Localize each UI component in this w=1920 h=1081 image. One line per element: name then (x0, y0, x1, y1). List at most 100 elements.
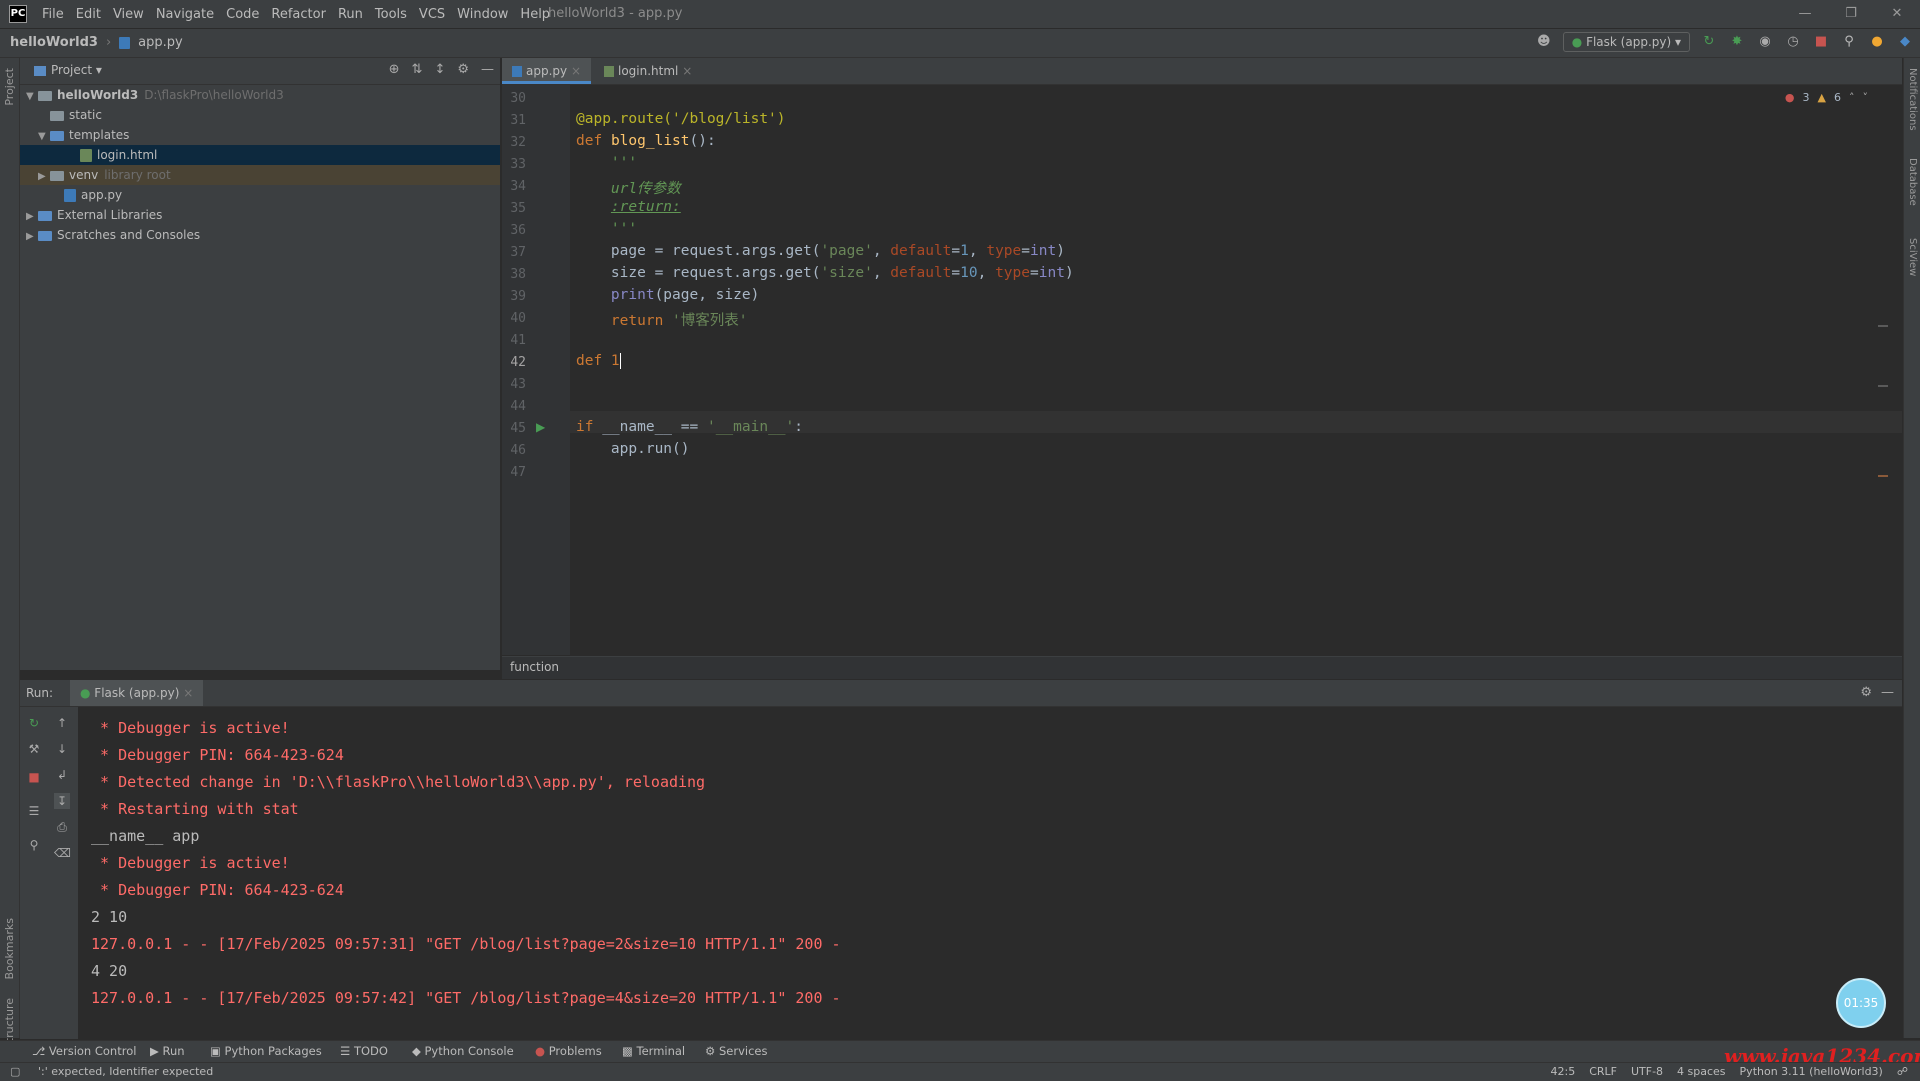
breadcrumb-project[interactable]: helloWorld3 (10, 35, 98, 50)
code-context-hint[interactable]: function (510, 660, 559, 674)
toggle-panels-icon[interactable]: ▢ (10, 1065, 20, 1078)
close-tab-icon[interactable]: × (183, 686, 193, 700)
menu-file[interactable]: File (42, 7, 64, 22)
menu-window[interactable]: Window (457, 7, 508, 22)
toolwindow-version-control[interactable]: ⎇ Version Control (32, 1044, 136, 1058)
trash-icon[interactable]: ⌫ (54, 845, 71, 861)
line-separator[interactable]: CRLF (1589, 1065, 1617, 1078)
toolwindow-todo[interactable]: ☰ TODO (340, 1044, 388, 1058)
python-interpreter[interactable]: Python 3.11 (helloWorld3) (1740, 1065, 1883, 1078)
editor-gutter: 30 31 32 33 34 35 36 37 38 39 40 41 42 4… (502, 85, 570, 655)
collapse-all-icon[interactable]: ↕ (434, 62, 445, 77)
code-editor[interactable]: 30 31 32 33 34 35 36 37 38 39 40 41 42 4… (502, 85, 1902, 655)
layout-icon[interactable]: ☰ (26, 803, 42, 819)
tree-item-static[interactable]: static (20, 105, 530, 125)
stop-icon[interactable]: ■ (26, 769, 42, 785)
close-tab-icon[interactable]: × (682, 64, 692, 78)
rerun-icon[interactable]: ↻ (26, 715, 42, 731)
wrench-icon[interactable]: ⚒ (26, 741, 42, 757)
hide-panel-icon[interactable]: — (1881, 685, 1894, 700)
status-message[interactable]: ':' expected, Identifier expected (38, 1065, 213, 1078)
tree-item-login-html[interactable]: login.html (20, 145, 500, 165)
print-icon[interactable]: ⎙ (54, 819, 70, 835)
debug-icon[interactable]: ✸ (1728, 33, 1746, 51)
locate-file-icon[interactable]: ⊕ (389, 62, 400, 77)
menu-view[interactable]: View (113, 7, 144, 22)
inspection-widget[interactable]: ● 3 ▲ 6 ˄ ˅ (1785, 91, 1868, 104)
menu-refactor[interactable]: Refactor (271, 7, 326, 22)
gear-icon[interactable]: ⚙ (1860, 685, 1872, 700)
notifications-tool-button[interactable]: Notifications (1907, 68, 1918, 131)
arrow-up-icon[interactable]: ↑ (54, 715, 70, 731)
warning-count: 6 (1834, 91, 1841, 104)
chevron-down-icon[interactable]: ▼ (26, 87, 38, 107)
menu-edit[interactable]: Edit (76, 7, 101, 22)
toolwindow-run[interactable]: ▶ Run (150, 1044, 185, 1058)
project-panel-title[interactable]: Project ▾ (34, 63, 102, 77)
close-icon[interactable]: ✕ (1874, 0, 1920, 28)
plugin-icon[interactable]: ◆ (1896, 33, 1914, 51)
toolwindow-problems[interactable]: ● Problems (535, 1044, 602, 1058)
database-tool-button[interactable]: Database (1907, 158, 1918, 206)
code-text: size = request.args.get( (610, 265, 821, 281)
updates-icon[interactable]: ● (1868, 33, 1886, 51)
chevron-right-icon[interactable]: ▶ (26, 227, 38, 247)
error-stripe-mark[interactable] (1878, 475, 1888, 477)
toolwindow-python-packages[interactable]: ▣ Python Packages (210, 1044, 322, 1058)
sciview-tool-button[interactable]: SciView (1907, 238, 1918, 276)
soft-wrap-icon[interactable]: ↲ (54, 767, 70, 783)
run-config-select[interactable]: ● Flask (app.py) ▾ (1562, 32, 1690, 52)
hide-panel-icon[interactable]: — (481, 62, 494, 77)
chevron-down-icon[interactable]: ▼ (38, 127, 50, 147)
tree-item-scratches[interactable]: ▶ Scratches and Consoles (20, 225, 506, 245)
pin-icon[interactable]: ⚲ (26, 837, 42, 853)
menu-help[interactable]: Help (520, 7, 550, 22)
menu-navigate[interactable]: Navigate (156, 7, 214, 22)
error-stripe-mark[interactable] (1878, 325, 1888, 327)
file-encoding[interactable]: UTF-8 (1631, 1065, 1663, 1078)
toolwindow-services[interactable]: ⚙ Services (705, 1044, 767, 1058)
search-icon[interactable]: ⚲ (1840, 33, 1858, 51)
close-tab-icon[interactable]: × (571, 64, 581, 78)
user-icon[interactable]: ☻ (1535, 33, 1553, 51)
bookmarks-tool-button[interactable]: Bookmarks (3, 918, 16, 979)
tree-item-external-libraries[interactable]: ▶ External Libraries (20, 205, 506, 225)
arrow-down-icon[interactable]: ↓ (54, 741, 70, 757)
scroll-to-end-icon[interactable]: ↧ (54, 793, 70, 809)
chevron-down-icon[interactable]: ˅ (1863, 91, 1869, 104)
chevron-right-icon[interactable]: ▶ (38, 167, 50, 187)
recording-timer-badge[interactable]: 01:35 (1836, 978, 1886, 1028)
menu-tools[interactable]: Tools (375, 7, 407, 22)
chevron-up-icon[interactable]: ˄ (1849, 91, 1855, 104)
toolwindow-terminal[interactable]: ▩ Terminal (622, 1044, 685, 1058)
tree-item-project-root[interactable]: ▼ helloWorld3 D:\flaskPro\helloWorld3 (20, 85, 506, 105)
indent-setting[interactable]: 4 spaces (1677, 1065, 1726, 1078)
minimize-icon[interactable]: — (1782, 0, 1828, 28)
restore-icon[interactable]: ❐ (1828, 0, 1874, 28)
tree-item-app-py[interactable]: app.py (20, 185, 544, 205)
toolwindow-python-console[interactable]: ◆ Python Console (412, 1044, 514, 1058)
profile-icon[interactable]: ◷ (1784, 33, 1802, 51)
project-tool-button[interactable]: Project (3, 68, 16, 106)
error-stripe-mark[interactable] (1878, 385, 1888, 387)
menu-run[interactable]: Run (338, 7, 363, 22)
chevron-right-icon[interactable]: ▶ (26, 207, 38, 227)
run-gutter-icon[interactable]: ▶ (536, 420, 545, 434)
tab-app-py[interactable]: app.py × (502, 58, 592, 84)
stop-icon[interactable]: ■ (1812, 33, 1830, 51)
lock-icon[interactable]: ☍ (1897, 1065, 1908, 1078)
menu-vcs[interactable]: VCS (419, 7, 445, 22)
gear-icon[interactable]: ⚙ (457, 62, 469, 77)
rerun-icon[interactable]: ↻ (1700, 33, 1718, 51)
menu-code[interactable]: Code (226, 7, 259, 22)
run-console[interactable]: * Debugger is active! * Debugger PIN: 66… (79, 707, 1902, 1039)
breadcrumb-separator-icon: › (105, 35, 112, 50)
breadcrumb-file[interactable]: app.py (138, 35, 183, 50)
run-tab-flask[interactable]: ● Flask (app.py) × (70, 680, 204, 706)
tree-item-venv[interactable]: ▶ venv library root (20, 165, 500, 185)
tab-login-html[interactable]: login.html × (594, 58, 702, 84)
coverage-icon[interactable]: ◉ (1756, 33, 1774, 51)
expand-all-icon[interactable]: ⇅ (412, 62, 423, 77)
caret-position[interactable]: 42:5 (1550, 1065, 1575, 1078)
tree-item-templates[interactable]: ▼ templates (20, 125, 518, 145)
